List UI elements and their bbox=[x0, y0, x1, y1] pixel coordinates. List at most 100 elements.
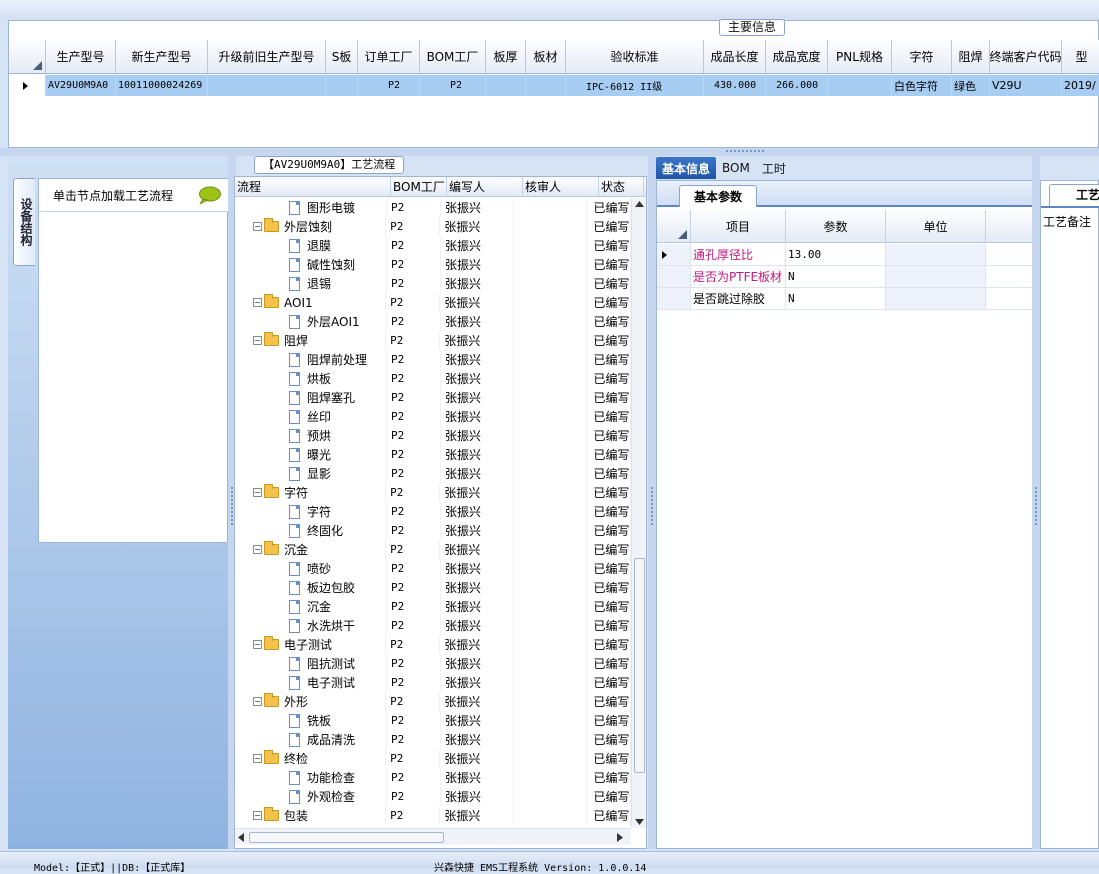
collapse-icon[interactable]: − bbox=[253, 697, 262, 706]
process-author-cell[interactable]: 张振兴 bbox=[441, 236, 515, 255]
process-step-cell[interactable]: 电子测试 bbox=[235, 673, 388, 692]
splitter-grip-icon[interactable] bbox=[1034, 486, 1038, 526]
process-author-cell[interactable]: 张振兴 bbox=[441, 559, 515, 578]
process-author-cell[interactable]: 张振兴 bbox=[441, 388, 515, 407]
process-tree-row[interactable]: 铣板 P2 张振兴 已编写 bbox=[235, 711, 631, 730]
process-step-cell[interactable]: 字符 bbox=[235, 502, 388, 521]
process-factory-cell[interactable]: P2 bbox=[387, 768, 442, 787]
process-status-cell[interactable]: 已编写 bbox=[587, 312, 631, 331]
process-reviewer-cell[interactable] bbox=[514, 388, 588, 407]
process-status-cell[interactable]: 已编写 bbox=[587, 654, 631, 673]
process-status-cell[interactable]: 已编写 bbox=[587, 407, 631, 426]
main-grid-col-header[interactable]: 型 bbox=[1062, 40, 1099, 73]
process-step-cell[interactable]: − 终检 bbox=[235, 749, 387, 768]
vertical-scroll-thumb[interactable] bbox=[634, 558, 645, 773]
tab-process[interactable]: 工艺 bbox=[1049, 184, 1099, 206]
process-factory-cell[interactable]: P2 bbox=[386, 483, 441, 502]
main-grid-col-header[interactable]: 订单工厂 bbox=[358, 40, 420, 73]
process-author-cell[interactable]: 张振兴 bbox=[441, 350, 515, 369]
params-row[interactable]: 是否为PTFE板材 N bbox=[657, 266, 1033, 288]
process-tree-row[interactable]: 图形电镀 P2 张振兴 已编写 bbox=[235, 198, 631, 217]
process-step-cell[interactable]: 碱性蚀刻 bbox=[235, 255, 388, 274]
process-reviewer-cell[interactable] bbox=[514, 730, 588, 749]
process-factory-cell[interactable]: P2 bbox=[387, 445, 442, 464]
process-reviewer-cell[interactable] bbox=[514, 293, 588, 312]
process-factory-cell[interactable]: P2 bbox=[386, 635, 441, 654]
process-tree-row[interactable]: 电子测试 P2 张振兴 已编写 bbox=[235, 673, 631, 692]
process-factory-cell[interactable]: P2 bbox=[387, 350, 442, 369]
process-factory-cell[interactable]: P2 bbox=[386, 331, 441, 350]
process-status-cell[interactable]: 已编写 bbox=[587, 616, 631, 635]
process-tree-row[interactable]: 沉金 P2 张振兴 已编写 bbox=[235, 597, 631, 616]
process-author-cell[interactable]: 张振兴 bbox=[440, 331, 514, 350]
process-author-cell[interactable]: 张振兴 bbox=[441, 407, 515, 426]
process-status-cell[interactable]: 已编写 bbox=[587, 426, 631, 445]
process-author-cell[interactable]: 张振兴 bbox=[441, 198, 515, 217]
process-factory-cell[interactable]: P2 bbox=[387, 502, 442, 521]
process-reviewer-cell[interactable] bbox=[514, 217, 588, 236]
process-col-header[interactable]: 编写人 bbox=[447, 177, 523, 196]
process-step-cell[interactable]: 曝光 bbox=[235, 445, 388, 464]
main-grid-cell[interactable]: P2 bbox=[420, 75, 486, 96]
process-tree-row[interactable]: − 字符 P2 张振兴 已编写 bbox=[235, 483, 631, 502]
process-status-cell[interactable]: 已编写 bbox=[587, 483, 631, 502]
params-row[interactable]: 是否跳过除胶 N bbox=[657, 288, 1033, 310]
collapse-icon[interactable]: − bbox=[253, 640, 262, 649]
process-status-cell[interactable]: 已编写 bbox=[587, 255, 631, 274]
process-reviewer-cell[interactable] bbox=[514, 559, 588, 578]
process-factory-cell[interactable]: P2 bbox=[387, 597, 442, 616]
process-status-cell[interactable]: 已编写 bbox=[587, 730, 631, 749]
main-grid-cell[interactable]: P2 bbox=[358, 75, 420, 96]
process-reviewer-cell[interactable] bbox=[514, 711, 588, 730]
process-tree-row[interactable]: − 包装 P2 张振兴 已编写 bbox=[235, 806, 631, 825]
process-status-cell[interactable]: 已编写 bbox=[587, 502, 631, 521]
main-grid-col-header[interactable]: 板材 bbox=[526, 40, 566, 73]
main-grid-cell[interactable]: V29U bbox=[990, 75, 1062, 96]
param-value-cell[interactable]: N bbox=[786, 288, 886, 309]
splitter-grip-icon[interactable] bbox=[650, 486, 654, 526]
process-status-cell[interactable]: 已编写 bbox=[587, 673, 631, 692]
scroll-right-icon[interactable] bbox=[617, 833, 623, 842]
main-grid-cell[interactable]: 430.000 bbox=[704, 75, 766, 96]
process-author-cell[interactable]: 张振兴 bbox=[441, 578, 515, 597]
process-reviewer-cell[interactable] bbox=[514, 635, 588, 654]
param-unit-cell[interactable] bbox=[886, 244, 986, 265]
process-reviewer-cell[interactable] bbox=[514, 255, 588, 274]
main-grid-cell[interactable] bbox=[208, 75, 326, 96]
process-factory-cell[interactable]: P2 bbox=[386, 806, 441, 825]
process-tree-row[interactable]: − 终检 P2 张振兴 已编写 bbox=[235, 749, 631, 768]
process-reviewer-cell[interactable] bbox=[514, 768, 588, 787]
middle-vertical-splitter[interactable] bbox=[648, 156, 656, 849]
process-author-cell[interactable]: 张振兴 bbox=[441, 711, 515, 730]
main-grid-cell[interactable] bbox=[828, 75, 892, 96]
process-tree-row[interactable]: − 沉金 P2 张振兴 已编写 bbox=[235, 540, 631, 559]
process-reviewer-cell[interactable] bbox=[514, 597, 588, 616]
main-grid-cell[interactable] bbox=[326, 75, 358, 96]
process-reviewer-cell[interactable] bbox=[514, 540, 588, 559]
process-status-cell[interactable]: 已编写 bbox=[587, 806, 631, 825]
process-factory-cell[interactable]: P2 bbox=[386, 217, 441, 236]
main-grid-row-selected[interactable]: AV29U0M9A0 10011000024269 P2 P2 IPC-6012 II级… bbox=[9, 75, 1099, 96]
main-grid-col-header[interactable]: PNL规格 bbox=[828, 40, 892, 73]
process-author-cell[interactable]: 张振兴 bbox=[441, 597, 515, 616]
process-reviewer-cell[interactable] bbox=[514, 331, 588, 350]
process-status-cell[interactable]: 已编写 bbox=[587, 350, 631, 369]
process-tree-row[interactable]: 终固化 P2 张振兴 已编写 bbox=[235, 521, 631, 540]
main-grid-cell[interactable] bbox=[486, 75, 526, 96]
tab-basic-info[interactable]: 基本信息 bbox=[656, 157, 717, 179]
process-status-cell[interactable]: 已编写 bbox=[587, 198, 631, 217]
process-step-cell[interactable]: − 沉金 bbox=[235, 540, 387, 559]
process-step-cell[interactable]: 阻抗测试 bbox=[235, 654, 388, 673]
process-author-cell[interactable]: 张振兴 bbox=[441, 255, 515, 274]
process-tree-row[interactable]: − 电子测试 P2 张振兴 已编写 bbox=[235, 635, 631, 654]
process-tree-row[interactable]: 丝印 P2 张振兴 已编写 bbox=[235, 407, 631, 426]
params-row-indicator[interactable] bbox=[657, 244, 691, 265]
process-tree-row[interactable]: 碱性蚀刻 P2 张振兴 已编写 bbox=[235, 255, 631, 274]
process-step-cell[interactable]: 功能检查 bbox=[235, 768, 388, 787]
params-row[interactable]: 通孔厚径比 13.00 bbox=[657, 244, 1033, 266]
main-grid-cell[interactable]: AV29U0M9A0 bbox=[46, 75, 116, 96]
process-author-cell[interactable]: 张振兴 bbox=[440, 540, 514, 559]
process-factory-cell[interactable]: P2 bbox=[387, 274, 442, 293]
main-grid-col-header[interactable]: 新生产型号 bbox=[116, 40, 208, 73]
process-factory-cell[interactable]: P2 bbox=[386, 540, 441, 559]
